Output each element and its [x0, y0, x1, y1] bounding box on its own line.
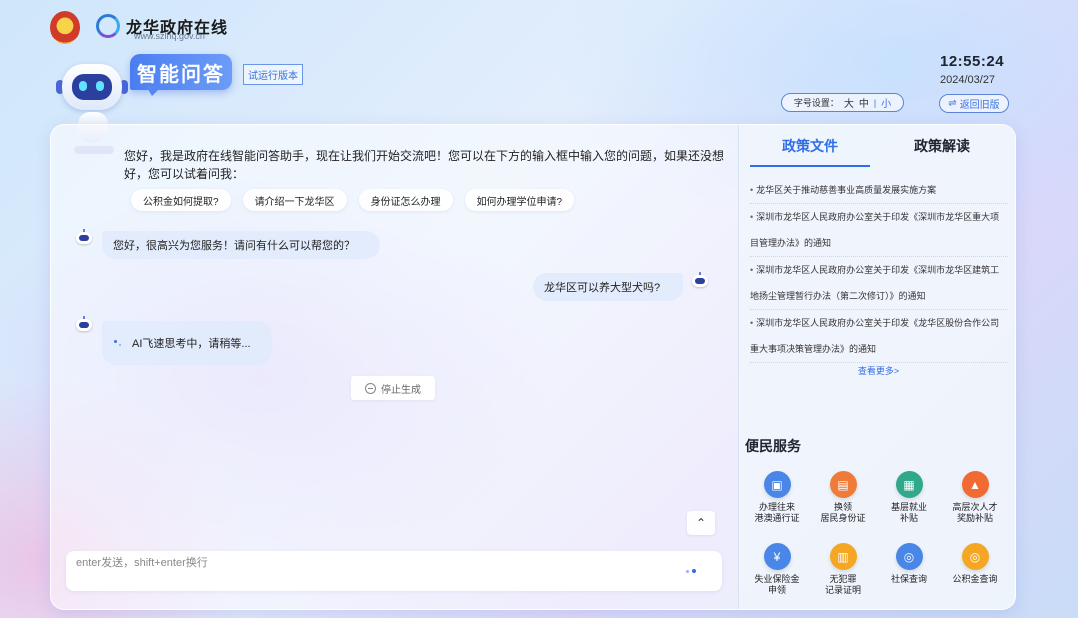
document-icon: ▥ — [829, 543, 857, 570]
search-shield-icon: ◎ — [895, 543, 923, 570]
suggestion-chip[interactable]: 如何办理学位申请? — [464, 189, 575, 211]
font-size-small[interactable]: 小 — [881, 95, 891, 110]
passport-icon: ▣ — [763, 471, 791, 498]
return-old-version-label: 返回旧版 — [959, 100, 1000, 111]
national-emblem-icon — [50, 11, 80, 44]
font-size-setting: 字号设置： 大 中 | 小 — [781, 93, 904, 112]
font-size-large[interactable]: 大 — [844, 95, 854, 110]
id-card-icon: ▤ — [829, 471, 857, 498]
policy-item[interactable]: • 深圳市龙华区人民政府办公室关于印发《龙华区股份合作公司重大事项决策管理办法》的… — [750, 310, 1008, 363]
bullet-icon: • — [750, 185, 754, 195]
stop-generating-label: 停止生成 — [381, 384, 421, 396]
user-avatar-icon — [690, 272, 710, 290]
font-size-divider: | — [873, 97, 877, 108]
bot-message: 您好，很高兴为您服务！请问有什么可以帮您的？ — [102, 231, 380, 259]
graduation-cap-icon: ▲ — [961, 471, 989, 498]
search-coin-icon: ◎ — [961, 543, 989, 570]
policy-item[interactable]: • 深圳市龙华区人民政府办公室关于印发《深圳市龙华区重大项目管理办法》的通知 — [750, 204, 1008, 257]
suggestion-chip[interactable]: 身份证怎么办理 — [358, 189, 453, 211]
font-size-label: 字号设置： — [793, 98, 839, 108]
policy-list: • 龙华区关于推动慈善事业高质量发展实施方案 • 深圳市龙华区人民政府办公室关于印发… — [750, 177, 1008, 363]
chevron-up-icon: ⌃ — [695, 516, 707, 530]
service-item[interactable]: ◎ 公积金查询 — [942, 543, 1008, 609]
stop-generating-button[interactable]: 停止生成 — [351, 376, 435, 400]
bot-avatar-icon — [74, 316, 94, 334]
send-icon[interactable] — [686, 569, 700, 575]
speech-tail-icon — [146, 86, 162, 96]
bot-avatar-icon — [74, 229, 94, 247]
trial-version-badge: 试运行版本 — [243, 64, 303, 85]
suggestion-list: 公积金如何提取? 请介绍一下龙华区 身份证怎么办理 如何办理学位申请? — [131, 189, 575, 211]
scroll-to-top-button[interactable]: ⌃ — [687, 511, 715, 535]
chat-input-box — [66, 551, 722, 591]
site-url: www.szlhq.gov.cn — [134, 31, 205, 41]
bullet-icon: • — [750, 212, 754, 222]
clock-date: 2024/03/27 — [940, 74, 996, 86]
service-item[interactable]: ▦ 基层就业 补贴 — [876, 471, 942, 537]
view-more-link[interactable]: 查看更多> — [739, 364, 1015, 377]
chat-input[interactable] — [76, 555, 676, 571]
bot-thinking-message: AI飞速思考中，请稍等... — [102, 321, 272, 365]
bot-message-text: 您好，很高兴为您服务！请问有什么可以帮您的？ — [113, 240, 355, 252]
service-item[interactable]: ▥ 无犯罪 记录证明 — [810, 543, 876, 609]
font-size-medium[interactable]: 中 — [859, 95, 869, 110]
service-item[interactable]: ▤ 换领 居民身份证 — [810, 471, 876, 537]
service-item[interactable]: ▣ 办理往来 港澳通行证 — [744, 471, 810, 537]
swap-icon: ⇌ — [948, 98, 957, 109]
app-title: 智能问答 — [130, 54, 232, 90]
services-grid: ▣ 办理往来 港澳通行证 ▤ 换领 居民身份证 ▦ 基层就业 补贴 ▲ 高层次人才 奖励… — [744, 471, 1008, 609]
longhua-logo-icon — [96, 14, 120, 38]
clock-time: 12:55:24 — [940, 53, 1005, 70]
intro-text: 您好，我是政府在线智能问答助手，现在让我们开始交流吧！您可以在下方的输入框中输入… — [124, 149, 725, 181]
return-old-version-button[interactable]: ⇌ 返回旧版 — [939, 94, 1009, 113]
policy-item[interactable]: • 深圳市龙华区人民政府办公室关于印发《深圳市龙华区建筑工地扬尘管理暂行办法（第二… — [750, 257, 1008, 310]
stop-icon — [365, 382, 376, 394]
bullet-icon: • — [750, 265, 754, 275]
briefcase-icon: ▦ — [895, 471, 923, 498]
bot-thinking-text: AI飞速思考中，请稍等... — [132, 338, 251, 350]
policy-item[interactable]: • 龙华区关于推动慈善事业高质量发展实施方案 — [750, 177, 1008, 204]
money-bag-icon: ¥ — [763, 543, 791, 570]
chat-area: 您好，我是政府在线智能问答助手，现在让我们开始交流吧！您可以在下方的输入框中输入… — [51, 125, 738, 609]
loading-spinner-icon — [114, 338, 124, 348]
bullet-icon: • — [750, 318, 754, 328]
services-title: 便民服务 — [745, 438, 801, 454]
user-message-text: 龙华区可以养大型犬吗? — [544, 282, 661, 294]
policy-tabs: 政策文件 政策解读 — [744, 135, 1008, 167]
tab-policy-interpretation[interactable]: 政策解读 — [876, 135, 1008, 167]
service-item[interactable]: ◎ 社保查询 — [876, 543, 942, 609]
main-panel: 您好，我是政府在线智能问答助手，现在让我们开始交流吧！您可以在下方的输入框中输入… — [50, 124, 1016, 610]
service-item[interactable]: ▲ 高层次人才 奖励补贴 — [942, 471, 1008, 537]
tab-policy-documents[interactable]: 政策文件 — [744, 135, 876, 167]
suggestion-chip[interactable]: 公积金如何提取? — [131, 189, 231, 211]
user-message: 龙华区可以养大型犬吗? — [533, 273, 683, 301]
sidebar: 政策文件 政策解读 • 龙华区关于推动慈善事业高质量发展实施方案 • 深圳市龙华区人… — [738, 125, 1015, 609]
service-item[interactable]: ¥ 失业保险金 申领 — [744, 543, 810, 609]
suggestion-chip[interactable]: 请介绍一下龙华区 — [242, 189, 347, 211]
